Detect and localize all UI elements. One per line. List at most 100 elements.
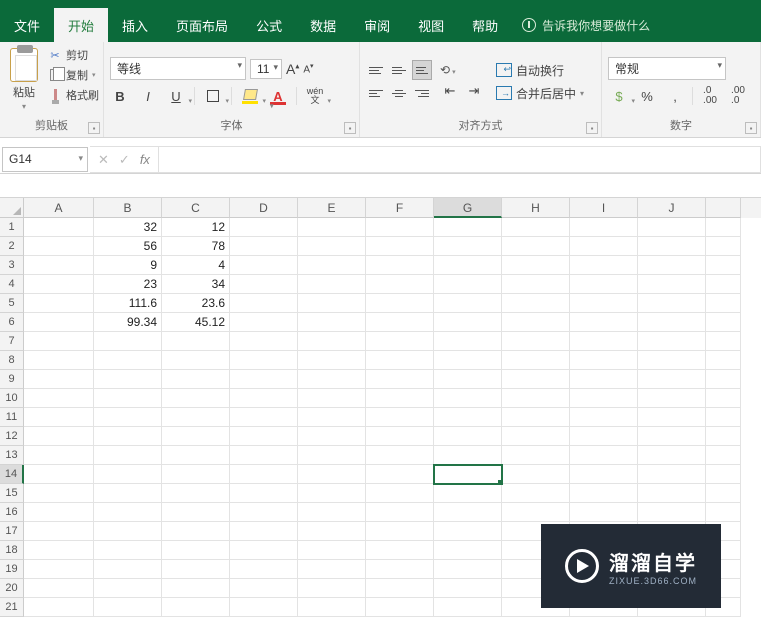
cell-K6[interactable] xyxy=(706,313,741,332)
cell-F10[interactable] xyxy=(366,389,434,408)
col-header-B[interactable]: B xyxy=(94,198,162,218)
cell-E4[interactable] xyxy=(298,275,366,294)
cell-J5[interactable] xyxy=(638,294,706,313)
copy-button[interactable]: 复制 ▾ xyxy=(46,66,101,84)
cell-E17[interactable] xyxy=(298,522,366,541)
name-box[interactable]: G14 xyxy=(2,147,88,172)
cell-A14[interactable] xyxy=(24,465,94,484)
cell-A8[interactable] xyxy=(24,351,94,370)
cell-B12[interactable] xyxy=(94,427,162,446)
row-header-20[interactable]: 20 xyxy=(0,579,24,598)
orientation-button[interactable]: ⟲ xyxy=(440,63,484,77)
font-name-combo[interactable]: 等线 xyxy=(110,57,246,80)
cell-E21[interactable] xyxy=(298,598,366,617)
cell-K8[interactable] xyxy=(706,351,741,370)
cell-G4[interactable] xyxy=(434,275,502,294)
cell-F7[interactable] xyxy=(366,332,434,351)
cell-I3[interactable] xyxy=(570,256,638,275)
cell-A4[interactable] xyxy=(24,275,94,294)
increase-indent-button[interactable]: ⇥ xyxy=(464,81,484,101)
merge-center-button[interactable]: 合并后居中 xyxy=(494,84,586,103)
cell-D2[interactable] xyxy=(230,237,298,256)
cell-H5[interactable] xyxy=(502,294,570,313)
row-header-5[interactable]: 5 xyxy=(0,294,24,313)
cell-B21[interactable] xyxy=(94,598,162,617)
italic-button[interactable]: I xyxy=(138,86,158,106)
cell-A13[interactable] xyxy=(24,446,94,465)
comma-format-button[interactable]: , xyxy=(664,86,686,106)
cell-I1[interactable] xyxy=(570,218,638,237)
cell-J3[interactable] xyxy=(638,256,706,275)
paste-button[interactable]: 粘贴 ▾ xyxy=(6,46,42,113)
tab-help[interactable]: 帮助 xyxy=(458,8,512,42)
tab-view[interactable]: 视图 xyxy=(404,8,458,42)
row-header-7[interactable]: 7 xyxy=(0,332,24,351)
format-painter-button[interactable]: 格式刷 xyxy=(46,86,101,104)
cell-C5[interactable]: 23.6 xyxy=(162,294,230,313)
cell-F21[interactable] xyxy=(366,598,434,617)
fill-color-button[interactable] xyxy=(240,86,260,106)
cell-J1[interactable] xyxy=(638,218,706,237)
cell-D19[interactable] xyxy=(230,560,298,579)
cell-G13[interactable] xyxy=(434,446,502,465)
cell-B5[interactable]: 111.6 xyxy=(94,294,162,313)
cell-D4[interactable] xyxy=(230,275,298,294)
cell-H6[interactable] xyxy=(502,313,570,332)
cell-K15[interactable] xyxy=(706,484,741,503)
cell-C21[interactable] xyxy=(162,598,230,617)
row-header-8[interactable]: 8 xyxy=(0,351,24,370)
cell-F14[interactable] xyxy=(366,465,434,484)
cell-C12[interactable] xyxy=(162,427,230,446)
cell-B8[interactable] xyxy=(94,351,162,370)
cell-E7[interactable] xyxy=(298,332,366,351)
cell-C20[interactable] xyxy=(162,579,230,598)
cell-K3[interactable] xyxy=(706,256,741,275)
cell-D20[interactable] xyxy=(230,579,298,598)
cell-J10[interactable] xyxy=(638,389,706,408)
cell-H12[interactable] xyxy=(502,427,570,446)
cell-A3[interactable] xyxy=(24,256,94,275)
cell-F15[interactable] xyxy=(366,484,434,503)
cell-A9[interactable] xyxy=(24,370,94,389)
align-dialog-launcher[interactable]: ▪ xyxy=(586,122,598,134)
cell-B10[interactable] xyxy=(94,389,162,408)
tab-formulas[interactable]: 公式 xyxy=(242,8,296,42)
cell-K7[interactable] xyxy=(706,332,741,351)
col-header-edge[interactable] xyxy=(706,198,741,218)
cell-A5[interactable] xyxy=(24,294,94,313)
cell-D12[interactable] xyxy=(230,427,298,446)
cell-E19[interactable] xyxy=(298,560,366,579)
cell-B2[interactable]: 56 xyxy=(94,237,162,256)
cell-D14[interactable] xyxy=(230,465,298,484)
cell-F4[interactable] xyxy=(366,275,434,294)
cell-H15[interactable] xyxy=(502,484,570,503)
cell-D7[interactable] xyxy=(230,332,298,351)
cell-G16[interactable] xyxy=(434,503,502,522)
cell-F1[interactable] xyxy=(366,218,434,237)
cell-K10[interactable] xyxy=(706,389,741,408)
cell-F16[interactable] xyxy=(366,503,434,522)
number-format-combo[interactable]: 常规 xyxy=(608,57,726,80)
cell-I15[interactable] xyxy=(570,484,638,503)
cell-D16[interactable] xyxy=(230,503,298,522)
cell-D8[interactable] xyxy=(230,351,298,370)
cell-E6[interactable] xyxy=(298,313,366,332)
font-size-combo[interactable]: 11 xyxy=(250,59,282,79)
cell-F20[interactable] xyxy=(366,579,434,598)
cell-G1[interactable] xyxy=(434,218,502,237)
border-button[interactable] xyxy=(203,86,223,106)
align-left-button[interactable] xyxy=(366,83,386,103)
cell-H16[interactable] xyxy=(502,503,570,522)
cell-E16[interactable] xyxy=(298,503,366,522)
cell-J14[interactable] xyxy=(638,465,706,484)
col-header-C[interactable]: C xyxy=(162,198,230,218)
cell-C19[interactable] xyxy=(162,560,230,579)
cell-J2[interactable] xyxy=(638,237,706,256)
cell-G15[interactable] xyxy=(434,484,502,503)
cell-I9[interactable] xyxy=(570,370,638,389)
cell-J9[interactable] xyxy=(638,370,706,389)
cell-B17[interactable] xyxy=(94,522,162,541)
cell-D13[interactable] xyxy=(230,446,298,465)
cell-G8[interactable] xyxy=(434,351,502,370)
cell-E9[interactable] xyxy=(298,370,366,389)
